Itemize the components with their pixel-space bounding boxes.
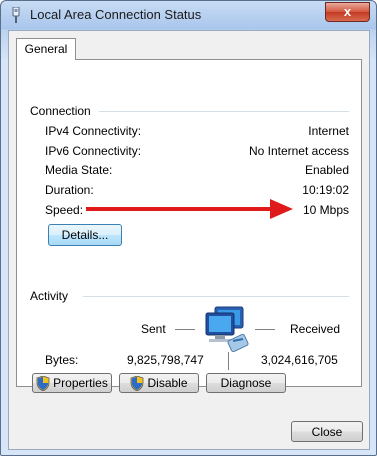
sent-label: Sent (141, 322, 166, 336)
disable-button[interactable]: Disable (119, 373, 199, 393)
speed-value: 10 Mbps (302, 203, 349, 217)
bytes-received-value: 3,024,616,705 (261, 353, 338, 367)
received-connector (255, 329, 275, 330)
properties-label: Properties (53, 376, 108, 390)
bytes-label: Bytes: (45, 353, 79, 367)
network-plug-icon (12, 7, 20, 23)
activity-divider-vertical (228, 352, 229, 370)
status-window: Local Area Connection Status x General C… (0, 0, 377, 456)
window-close-button[interactable]: x (325, 2, 370, 22)
ipv4-value: Internet (308, 124, 349, 138)
dialog-client: General Connection IPv4 Connectivity: In… (8, 30, 370, 450)
duration-value: 10:19:02 (302, 183, 349, 197)
connection-group-label: Connection (30, 104, 91, 118)
details-button[interactable]: Details... (48, 224, 122, 246)
received-label: Received (290, 322, 341, 336)
diagnose-button[interactable]: Diagnose (206, 373, 286, 393)
close-button[interactable]: Close (291, 421, 363, 442)
window-title: Local Area Connection Status (30, 7, 202, 22)
speed-label: Speed: (45, 203, 84, 217)
media-state-label: Media State: (45, 163, 113, 177)
media-state-value: Enabled (304, 163, 349, 177)
red-arrow-annotation (86, 199, 293, 219)
bytes-sent-value: 9,825,798,747 (127, 353, 204, 367)
uac-shield-icon (36, 375, 50, 391)
sent-connector (175, 329, 195, 330)
ipv6-label: IPv6 Connectivity: (45, 144, 142, 158)
network-computers-icon (205, 306, 249, 353)
general-tab-panel: Connection IPv4 Connectivity: Internet I… (16, 59, 362, 387)
activity-group-label: Activity (30, 289, 69, 303)
properties-button[interactable]: Properties (32, 373, 112, 393)
title-bar[interactable]: Local Area Connection Status x (1, 1, 376, 29)
duration-label: Duration: (45, 183, 94, 197)
tab-general[interactable]: General (16, 38, 76, 60)
connection-divider (99, 111, 349, 112)
activity-divider (83, 296, 349, 297)
ipv6-value: No Internet access (248, 144, 349, 158)
ipv4-label: IPv4 Connectivity: (45, 124, 142, 138)
disable-label: Disable (147, 376, 188, 390)
uac-shield-icon (131, 375, 144, 391)
